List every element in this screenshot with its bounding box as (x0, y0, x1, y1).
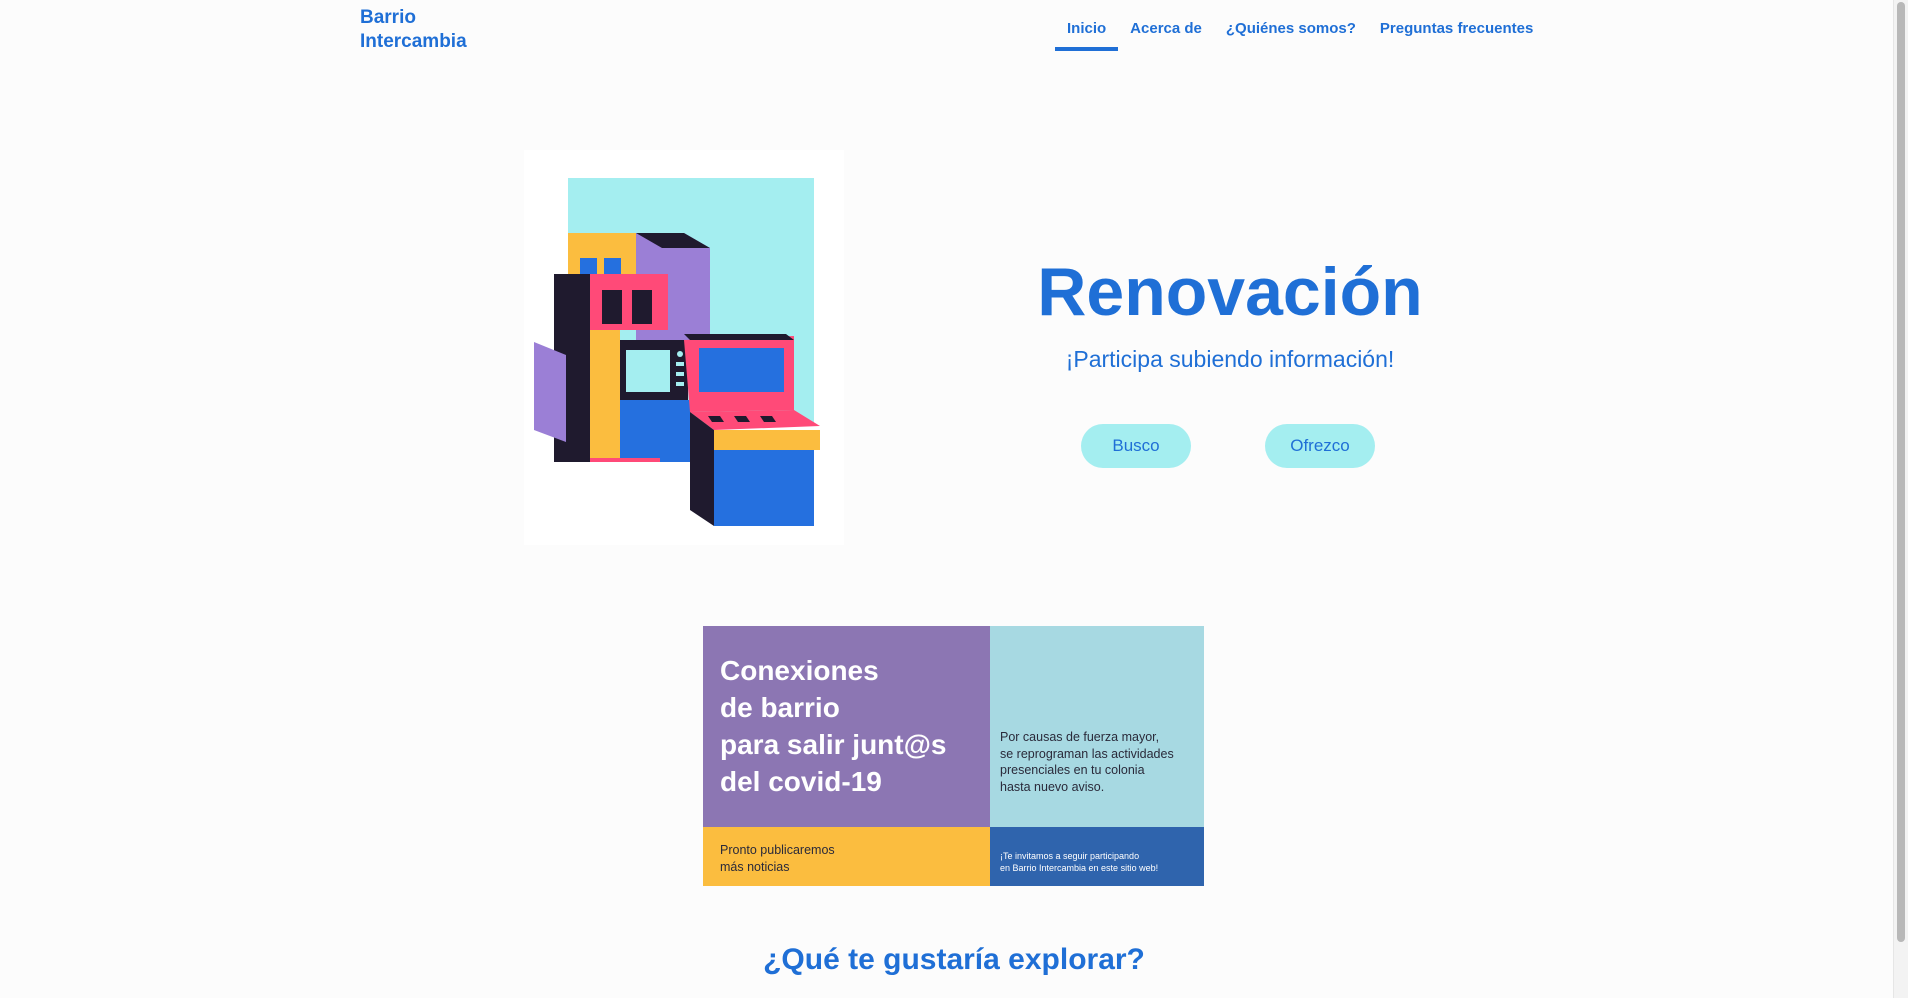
busco-button[interactable]: Busco (1081, 424, 1191, 468)
vertical-scrollbar[interactable] (1893, 0, 1908, 998)
banner-invite-line: en Barrio Intercambia en este sitio web! (1000, 863, 1159, 873)
ofrezco-button[interactable]: Ofrezco (1265, 424, 1375, 468)
banner-headline: Conexiones de barrio para salir junt@s d… (720, 652, 985, 800)
page: Barrio Intercambia Inicio Acerca de ¿Qui… (0, 0, 1908, 998)
banner-notice: Por causas de fuerza mayor, se reprogram… (1000, 729, 1200, 795)
hero-title: Renovación (1037, 254, 1423, 330)
banner-notice-line: Por causas de fuerza mayor, (1000, 730, 1160, 744)
main-nav: Inicio Acerca de ¿Quiénes somos? Pregunt… (1055, 0, 1545, 51)
banner-cyan-panel (990, 626, 1204, 827)
banner-soon-line: más noticias (720, 859, 790, 874)
covid-banner: Conexiones de barrio para salir junt@s d… (703, 626, 1204, 886)
banner-headline-line: del covid-19 (720, 766, 882, 797)
banner-notice-line: se reprograman las actividades (1000, 746, 1174, 761)
banner-invite: ¡Te invitamos a seguir participando en B… (1000, 850, 1200, 874)
banner-headline-line: de barrio (720, 692, 840, 723)
banner-soon-line: Pronto publicaremos (720, 843, 835, 857)
scrollbar-thumb[interactable] (1897, 2, 1905, 942)
isometric-buildings-icon (524, 150, 844, 545)
banner-invite-line: ¡Te invitamos a seguir participando (1000, 851, 1140, 861)
banner-headline-line: para salir junt@s (720, 729, 947, 760)
nav-item-quienes-somos[interactable]: ¿Quiénes somos? (1214, 0, 1368, 51)
banner-notice-line: presenciales en tu colonia (1000, 763, 1145, 777)
banner-notice-line: hasta nuevo aviso. (1000, 779, 1105, 794)
nav-item-inicio[interactable]: Inicio (1055, 0, 1119, 51)
explore-section-title: ¿Qué te gustaría explorar? (763, 943, 1145, 976)
banner-soon: Pronto publicaremos más noticias (720, 842, 980, 875)
nav-item-acerca-de[interactable]: Acerca de (1118, 0, 1214, 51)
brand-logo-link[interactable]: Barrio Intercambia (360, 6, 467, 54)
banner-headline-line: Conexiones (720, 655, 879, 686)
nav-item-preguntas-frecuentes[interactable]: Preguntas frecuentes (1368, 0, 1545, 51)
hero-illustration (524, 150, 844, 545)
hero-subtitle: ¡Participa subiendo información! (1065, 346, 1395, 372)
brand-line-1: Barrio (360, 7, 416, 28)
brand-line-2: Intercambia (360, 31, 467, 52)
